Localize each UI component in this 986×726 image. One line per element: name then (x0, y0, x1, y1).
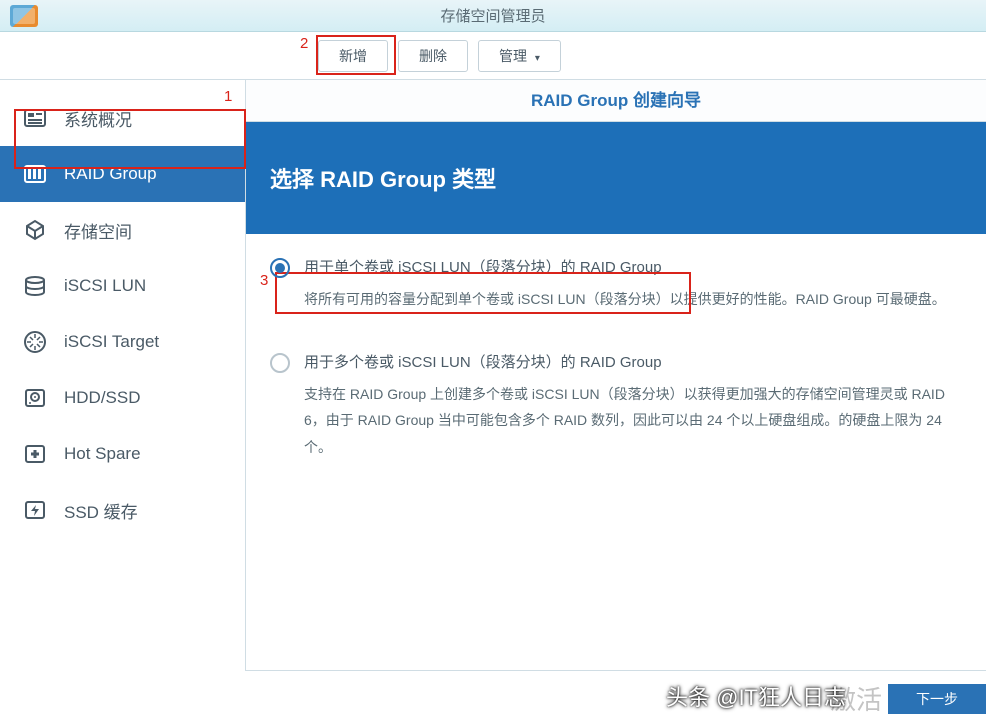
option-multi-desc: 支持在 RAID Group 上创建多个卷或 iSCSI LUN（段落分块）以获… (270, 381, 962, 461)
manage-label: 管理 (499, 48, 527, 64)
overview-icon (22, 106, 48, 130)
sidebar-item-label: HDD/SSD (64, 388, 141, 408)
sidebar-item-label: 系统概况 (64, 106, 132, 131)
wizard-footer: 激活 下一步 (245, 670, 986, 726)
target-icon (22, 330, 48, 354)
sidebar-item-ssd-cache[interactable]: SSD 缓存 (0, 482, 245, 538)
manage-button[interactable]: 管理 ▾ (478, 40, 561, 72)
raid-icon (22, 162, 48, 186)
wizard-options: 用于单个卷或 iSCSI LUN（段落分块）的 RAID Group 将所有可用… (246, 234, 986, 500)
option-multi-label: 用于多个卷或 iSCSI LUN（段落分块）的 RAID Group (304, 353, 662, 373)
radio-multi[interactable] (270, 353, 290, 373)
window-titlebar: 存储空间管理员 (0, 0, 986, 32)
wizard-panel: RAID Group 创建向导 选择 RAID Group 类型 用于单个卷或 … (245, 80, 986, 726)
author-watermark: 头条 @IT狂人日志 (666, 680, 846, 712)
wizard-banner: 选择 RAID Group 类型 (246, 122, 986, 234)
sidebar-item-label: RAID Group (64, 164, 157, 184)
radio-single[interactable] (270, 258, 290, 278)
hotspare-icon (22, 442, 48, 466)
sidebar-item-label: SSD 缓存 (64, 498, 138, 523)
app-icon (10, 5, 38, 27)
sidebar-item-raid-group[interactable]: RAID Group (0, 146, 245, 202)
sidebar-item-hot-spare[interactable]: Hot Spare (0, 426, 245, 482)
sidebar-item-overview[interactable]: 系统概况 (0, 90, 245, 146)
sidebar: 系统概况 RAID Group 存储空间 iSCSI LUN iSCSI Tar… (0, 80, 245, 726)
sidebar-item-label: iSCSI Target (64, 332, 159, 352)
lun-icon (22, 274, 48, 298)
add-button[interactable]: 新增 (318, 40, 388, 72)
sidebar-item-label: Hot Spare (64, 444, 141, 464)
storage-icon (22, 218, 48, 242)
hdd-icon (22, 386, 48, 410)
wizard-title: RAID Group 创建向导 (246, 80, 986, 122)
sidebar-item-label: iSCSI LUN (64, 276, 146, 296)
sidebar-item-hdd-ssd[interactable]: HDD/SSD (0, 370, 245, 426)
option-multi[interactable]: 用于多个卷或 iSCSI LUN（段落分块）的 RAID Group (270, 353, 962, 373)
chevron-down-icon: ▾ (535, 53, 540, 64)
sidebar-item-label: 存储空间 (64, 218, 132, 243)
sidebar-item-iscsi-lun[interactable]: iSCSI LUN (0, 258, 245, 314)
window-title: 存储空间管理员 (440, 5, 545, 26)
delete-button[interactable]: 删除 (398, 40, 468, 72)
option-single-desc: 将所有可用的容量分配到单个卷或 iSCSI LUN（段落分块）以提供更好的性能。… (270, 286, 962, 313)
next-button[interactable]: 下一步 (888, 684, 986, 714)
ssd-cache-icon (22, 498, 48, 522)
sidebar-item-iscsi-target[interactable]: iSCSI Target (0, 314, 245, 370)
main-area: 系统概况 RAID Group 存储空间 iSCSI LUN iSCSI Tar… (0, 80, 986, 726)
option-single[interactable]: 用于单个卷或 iSCSI LUN（段落分块）的 RAID Group (270, 258, 962, 278)
toolbar: 新增 删除 管理 ▾ (0, 32, 986, 80)
sidebar-item-storage[interactable]: 存储空间 (0, 202, 245, 258)
option-single-label: 用于单个卷或 iSCSI LUN（段落分块）的 RAID Group (304, 258, 662, 278)
